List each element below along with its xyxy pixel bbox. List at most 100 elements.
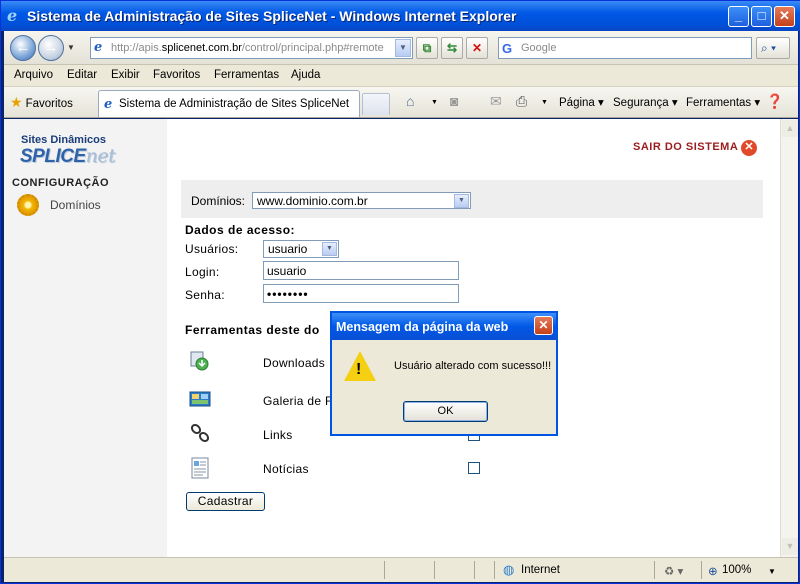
cadastrar-button[interactable]: Cadastrar	[186, 492, 265, 511]
window-title: Sistema de Administração de Sites Splice…	[27, 8, 517, 24]
mail-icon[interactable]: ✉	[490, 93, 502, 110]
page-icon: e	[94, 40, 103, 55]
status-divider	[434, 561, 435, 579]
menu-arquivo[interactable]: Arquivo	[14, 69, 53, 81]
feeds-icon[interactable]: ◙	[450, 93, 458, 109]
help-icon[interactable]: ❓	[766, 93, 783, 110]
navigation-bar: ← → ▼ e http://apis.splicenet.com.br/con…	[4, 31, 798, 65]
dialog-title: Mensagem da página da web	[336, 320, 509, 334]
compatibility-icon[interactable]: ⧉	[416, 37, 438, 59]
chevron-down-icon: ▼	[322, 242, 337, 256]
news-checkbox[interactable]	[468, 462, 480, 474]
ie-window: e Sistema de Administração de Sites Spli…	[0, 0, 800, 584]
page-menu[interactable]: Página ▾	[559, 95, 604, 109]
users-select[interactable]: usuario ▼	[263, 240, 339, 258]
ie-logo-icon: e	[7, 6, 18, 25]
forward-icon[interactable]: →	[38, 35, 64, 61]
warning-mark: !	[356, 361, 362, 378]
tool-label: Galeria de F	[263, 394, 333, 408]
splicenet-logo: SPLICEnet	[20, 145, 116, 168]
tab-title: Sistema de Administração de Sites Splice…	[119, 98, 350, 110]
menu-bar: Arquivo Editar Exibir Favoritos Ferramen…	[4, 65, 798, 87]
home-icon[interactable]: ⌂	[406, 93, 414, 109]
print-dropdown-icon[interactable]: ▼	[541, 99, 548, 106]
dialog-message: Usuário alterado com sucesso!!!	[394, 360, 552, 372]
title-bar: e Sistema de Administração de Sites Spli…	[1, 1, 800, 31]
menu-ferramentas[interactable]: Ferramentas	[214, 69, 279, 81]
stop-icon[interactable]: ✕	[466, 37, 488, 59]
status-divider	[701, 561, 702, 579]
vertical-scrollbar[interactable]: ▲ ▼	[780, 119, 798, 557]
url-domain: splicenet.com.br	[161, 42, 242, 54]
tab-ie-icon: e	[104, 97, 113, 112]
globe-icon: ◍	[503, 562, 515, 577]
links-icon	[190, 423, 210, 443]
zoom-level[interactable]: 100%	[722, 564, 751, 576]
star-icon: ★	[10, 94, 23, 110]
back-icon[interactable]: ←	[10, 35, 36, 61]
logout-link[interactable]: SAIR DO SISTEMA	[633, 141, 738, 153]
password-field[interactable]: ••••••••	[263, 284, 459, 303]
scroll-up-icon[interactable]: ▲	[782, 120, 798, 137]
history-dropdown-icon[interactable]: ▼	[67, 43, 75, 52]
dialog-close-button[interactable]: ✕	[534, 316, 553, 335]
status-divider	[654, 561, 655, 579]
tool-label: Notícias	[263, 462, 309, 476]
security-menu-label: Segurança	[613, 97, 669, 109]
address-dropdown-icon[interactable]: ▼	[395, 39, 411, 57]
refresh-icon[interactable]: ⇆	[441, 37, 463, 59]
url-prefix: http://apis.	[111, 42, 162, 54]
protected-mode-icon[interactable]: ♻ ▾	[664, 564, 683, 578]
zoom-dropdown-icon[interactable]: ▼	[768, 567, 776, 576]
dialog-title-bar: Mensagem da página da web ✕	[332, 313, 556, 340]
downloads-icon	[190, 351, 209, 371]
favorites-bar: ★ Favoritos e Sistema de Administração de…	[4, 87, 798, 118]
zone-label: Internet	[521, 564, 560, 576]
users-selected: usuario	[268, 242, 308, 256]
gallery-icon	[189, 391, 211, 407]
menu-favoritos[interactable]: Favoritos	[153, 69, 200, 81]
login-field[interactable]: usuario	[263, 261, 459, 280]
close-button[interactable]: ✕	[774, 6, 795, 27]
logo-splice: SPLICE	[20, 146, 86, 167]
status-divider	[384, 561, 385, 579]
logout-icon[interactable]: ✕	[741, 140, 757, 156]
chevron-down-icon: ▼	[454, 194, 469, 208]
tools-heading: Ferramentas deste do	[185, 323, 320, 337]
minimize-button[interactable]: _	[728, 6, 749, 27]
status-divider	[494, 561, 495, 579]
users-label: Usuários:	[185, 242, 239, 256]
browser-tab[interactable]: e Sistema de Administração de Sites Spli…	[98, 90, 360, 117]
page-menu-label: Página	[559, 97, 595, 109]
status-divider	[474, 561, 475, 579]
tools-menu[interactable]: Ferramentas ▾	[686, 95, 760, 109]
domain-selected: www.dominio.com.br	[257, 194, 368, 208]
address-bar[interactable]: e http://apis.splicenet.com.br/control/p…	[90, 37, 413, 59]
search-button[interactable]: ⌕ ▾	[756, 37, 790, 59]
scroll-down-icon[interactable]: ▼	[782, 538, 798, 555]
gear-icon	[17, 194, 39, 216]
zoom-icon[interactable]: ⊕	[708, 564, 718, 578]
menu-ajuda[interactable]: Ajuda	[291, 69, 320, 81]
logo-net: net	[85, 145, 116, 167]
login-label: Login:	[185, 265, 220, 279]
security-menu[interactable]: Segurança ▾	[613, 95, 678, 109]
favorites-button[interactable]: ★ Favoritos	[10, 94, 73, 111]
maximize-button[interactable]: □	[751, 6, 772, 27]
ok-button[interactable]: OK	[403, 401, 488, 422]
favorites-label: Favoritos	[25, 98, 73, 110]
menu-editar[interactable]: Editar	[67, 69, 97, 81]
home-dropdown-icon[interactable]: ▼	[431, 99, 438, 106]
news-icon	[191, 457, 209, 479]
tool-label: Links	[263, 428, 293, 442]
sidebar: Sites Dinâmicos SPLICEnet CONFIGURAÇÃO D…	[4, 119, 167, 557]
menu-exibir[interactable]: Exibir	[111, 69, 140, 81]
print-icon[interactable]: ⎙	[516, 93, 527, 110]
search-input[interactable]: G Google	[498, 37, 752, 59]
section-heading: CONFIGURAÇÃO	[12, 177, 110, 189]
access-heading: Dados de acesso:	[185, 223, 296, 237]
password-label: Senha:	[185, 288, 225, 302]
sidebar-item-label: Domínios	[50, 198, 101, 212]
domain-select[interactable]: www.dominio.com.br ▼	[252, 192, 471, 209]
new-tab-button[interactable]	[362, 93, 390, 115]
